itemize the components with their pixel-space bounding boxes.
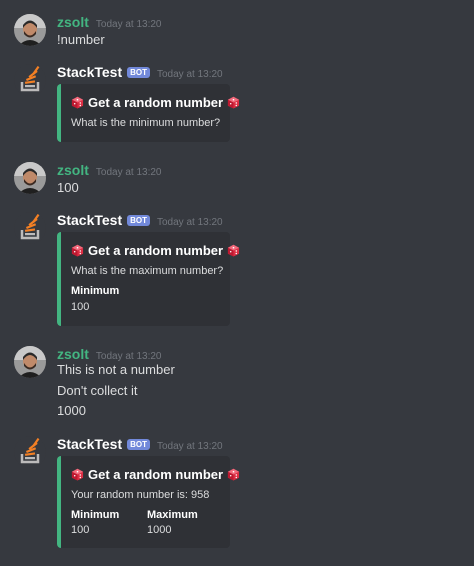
embed-title: Get a random number <box>71 467 244 482</box>
bot-tag: BOT <box>127 439 150 450</box>
embed-field-name: Minimum <box>71 509 120 521</box>
message-header: StackTest BOT Today at 13:20 <box>57 212 223 230</box>
message-bot: StackTest BOT Today at 13:20 Get a rando… <box>0 212 474 330</box>
stackoverflow-icon <box>14 436 46 468</box>
embed-field-name: Minimum <box>71 285 120 297</box>
message-text: 1000 <box>57 403 86 418</box>
message-user: zsolt Today at 13:20 100 <box>0 162 474 202</box>
timestamp[interactable]: Today at 13:20 <box>157 441 223 452</box>
message-header: StackTest BOT Today at 13:20 <box>57 436 223 454</box>
timestamp[interactable]: Today at 13:20 <box>157 217 223 228</box>
die-icon <box>71 468 84 481</box>
username[interactable]: StackTest <box>57 436 122 452</box>
embed-field-name: Maximum <box>147 509 198 521</box>
username[interactable]: zsolt <box>57 162 89 178</box>
embed: Get a random number Your random number i… <box>57 456 230 548</box>
die-icon <box>71 244 84 257</box>
embed: Get a random number What is the maximum … <box>57 232 230 326</box>
embed: Get a random number What is the minimum … <box>57 84 230 142</box>
embed-description: What is the minimum number? <box>71 117 221 129</box>
message-text: !number <box>57 32 105 47</box>
bot-avatar[interactable] <box>14 64 46 96</box>
bot-tag: BOT <box>127 215 150 226</box>
user-avatar[interactable] <box>14 14 46 46</box>
username[interactable]: zsolt <box>57 14 89 30</box>
message-header: StackTest BOT Today at 13:20 <box>57 64 223 82</box>
message-bot: StackTest BOT Today at 13:20 Get a rando… <box>0 64 474 146</box>
user-avatar[interactable] <box>14 162 46 194</box>
embed-field-value: 1000 <box>147 524 172 536</box>
message-text: This is not a number <box>57 362 175 377</box>
user-avatar[interactable] <box>14 346 46 378</box>
message-text: 100 <box>57 180 79 195</box>
embed-title-text: Get a random number <box>88 243 224 258</box>
bot-avatar[interactable] <box>14 436 46 468</box>
username[interactable]: StackTest <box>57 64 122 80</box>
stackoverflow-icon <box>14 64 46 96</box>
username[interactable]: zsolt <box>57 346 89 362</box>
message-user: zsolt Today at 13:20 !number <box>0 14 474 54</box>
message-bot: StackTest BOT Today at 13:20 Get a rando… <box>0 436 474 552</box>
bot-tag: BOT <box>127 67 150 78</box>
timestamp[interactable]: Today at 13:20 <box>157 69 223 80</box>
embed-description: What is the maximum number? <box>71 265 224 277</box>
message-user: zsolt Today at 13:20 This is not a numbe… <box>0 346 474 422</box>
user-avatar-icon <box>14 14 46 46</box>
timestamp[interactable]: Today at 13:20 <box>96 167 162 178</box>
embed-title: Get a random number <box>71 243 244 258</box>
embed-field-value: 100 <box>71 301 90 313</box>
die-icon <box>227 244 240 257</box>
timestamp[interactable]: Today at 13:20 <box>96 19 162 30</box>
embed-title-text: Get a random number <box>88 95 224 110</box>
timestamp[interactable]: Today at 13:20 <box>96 351 162 362</box>
username[interactable]: StackTest <box>57 212 122 228</box>
message-header: zsolt Today at 13:20 <box>57 14 162 32</box>
user-avatar-icon <box>14 346 46 378</box>
stackoverflow-icon <box>14 212 46 244</box>
message-header: zsolt Today at 13:20 <box>57 162 162 180</box>
embed-title-text: Get a random number <box>88 467 224 482</box>
embed-description: Your random number is: 958 <box>71 489 210 501</box>
die-icon <box>227 96 240 109</box>
die-icon <box>71 96 84 109</box>
embed-field-value: 100 <box>71 524 90 536</box>
bot-avatar[interactable] <box>14 212 46 244</box>
user-avatar-icon <box>14 162 46 194</box>
die-icon <box>227 468 240 481</box>
message-text: Don't collect it <box>57 383 138 398</box>
embed-title: Get a random number <box>71 95 244 110</box>
